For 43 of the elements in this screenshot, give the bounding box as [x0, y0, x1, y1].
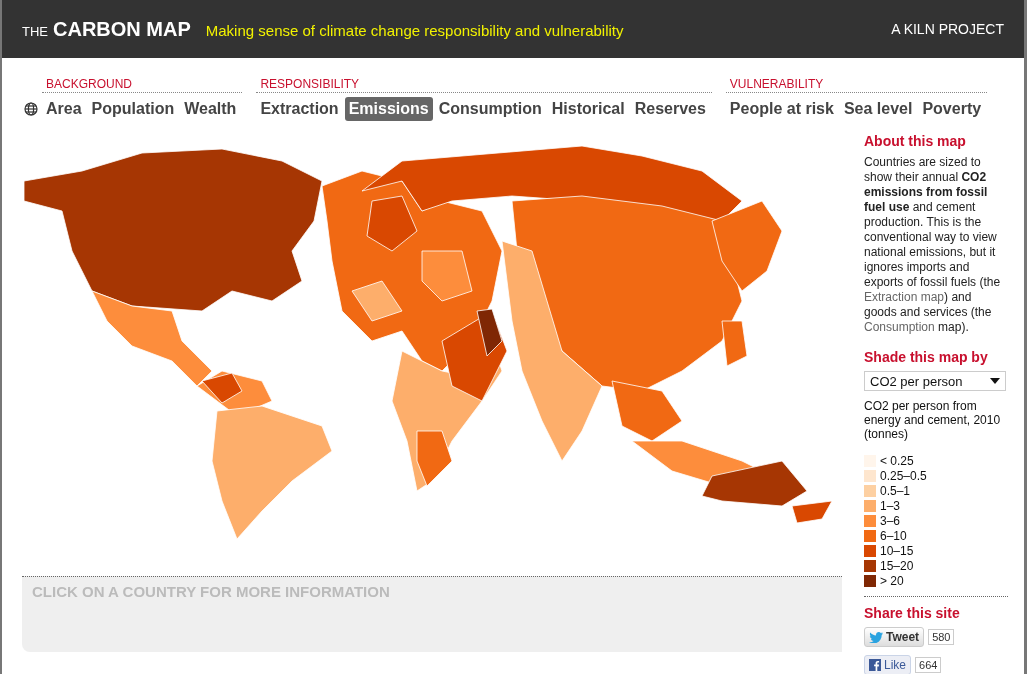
map-tab[interactable]: Consumption [434, 97, 546, 121]
map-tab[interactable]: Wealth [180, 97, 241, 121]
site-title: CARBON MAP [53, 17, 191, 41]
map-tab[interactable]: People at risk [725, 97, 838, 121]
like-button[interactable]: Like [864, 655, 911, 674]
map-tab[interactable]: Poverty [918, 97, 986, 121]
map-tab[interactable]: Emissions [344, 97, 433, 121]
nav-group-label: VULNERABILITY [725, 77, 988, 93]
legend-title: CO2 per person from energy and cement, 2010 (tonnes) [864, 399, 1002, 441]
credit-link[interactable]: A KILN PROJECT [891, 21, 1004, 37]
nav-group-label: RESPONSIBILITY [256, 77, 712, 93]
legend-label: 10–15 [880, 543, 914, 558]
map-tab[interactable]: Sea level [839, 97, 917, 121]
shade-dropdown[interactable]: CO2 per person [864, 371, 1006, 391]
map-tab[interactable]: Extraction [256, 97, 343, 121]
section-heading: About this map [864, 133, 967, 149]
nav-group-label: BACKGROUND [42, 77, 243, 93]
about-paragraph: Countries are sized to show their annual CO2 emissions from fossil fuel use and cement production. This is the conventional way to view national emissions, but it ignores imports and exports of fossil fuels (the Extraction map) and goods and services (the Consumption map). [864, 155, 1002, 335]
tweet-count: 580 [928, 629, 955, 645]
section-heading: Shade this map by [864, 349, 989, 365]
map-tab[interactable]: Reserves [630, 97, 710, 121]
legend-label: 0.25–0.5 [880, 468, 927, 483]
facebook-f-icon [869, 659, 881, 671]
legend-label: 1–3 [880, 498, 901, 513]
map-link[interactable]: Extraction map [864, 290, 945, 304]
tagline: Making sense of climate change responsibility and vulnerability [205, 21, 624, 39]
section-heading: Share this site [864, 605, 961, 621]
legend-label: 0.5–1 [880, 483, 911, 498]
legend-label: 15–20 [880, 558, 914, 573]
like-count: 664 [915, 657, 942, 673]
legend-label: 6–10 [880, 528, 907, 543]
legend-label: < 0.25 [880, 453, 914, 468]
map-link[interactable]: Consumption [864, 320, 935, 334]
title-prefix: THE [22, 23, 48, 39]
map-tab[interactable]: Area [42, 97, 86, 121]
legend-label: 3–6 [880, 513, 901, 528]
legend-label: > 20 [880, 573, 904, 588]
map-tab[interactable]: Historical [547, 97, 629, 121]
globe-icon [24, 102, 38, 116]
bird-icon [869, 631, 883, 643]
caret-icon [990, 378, 1000, 384]
tweet-button[interactable]: Tweet [864, 627, 925, 647]
map-tab[interactable]: Population [87, 97, 179, 121]
